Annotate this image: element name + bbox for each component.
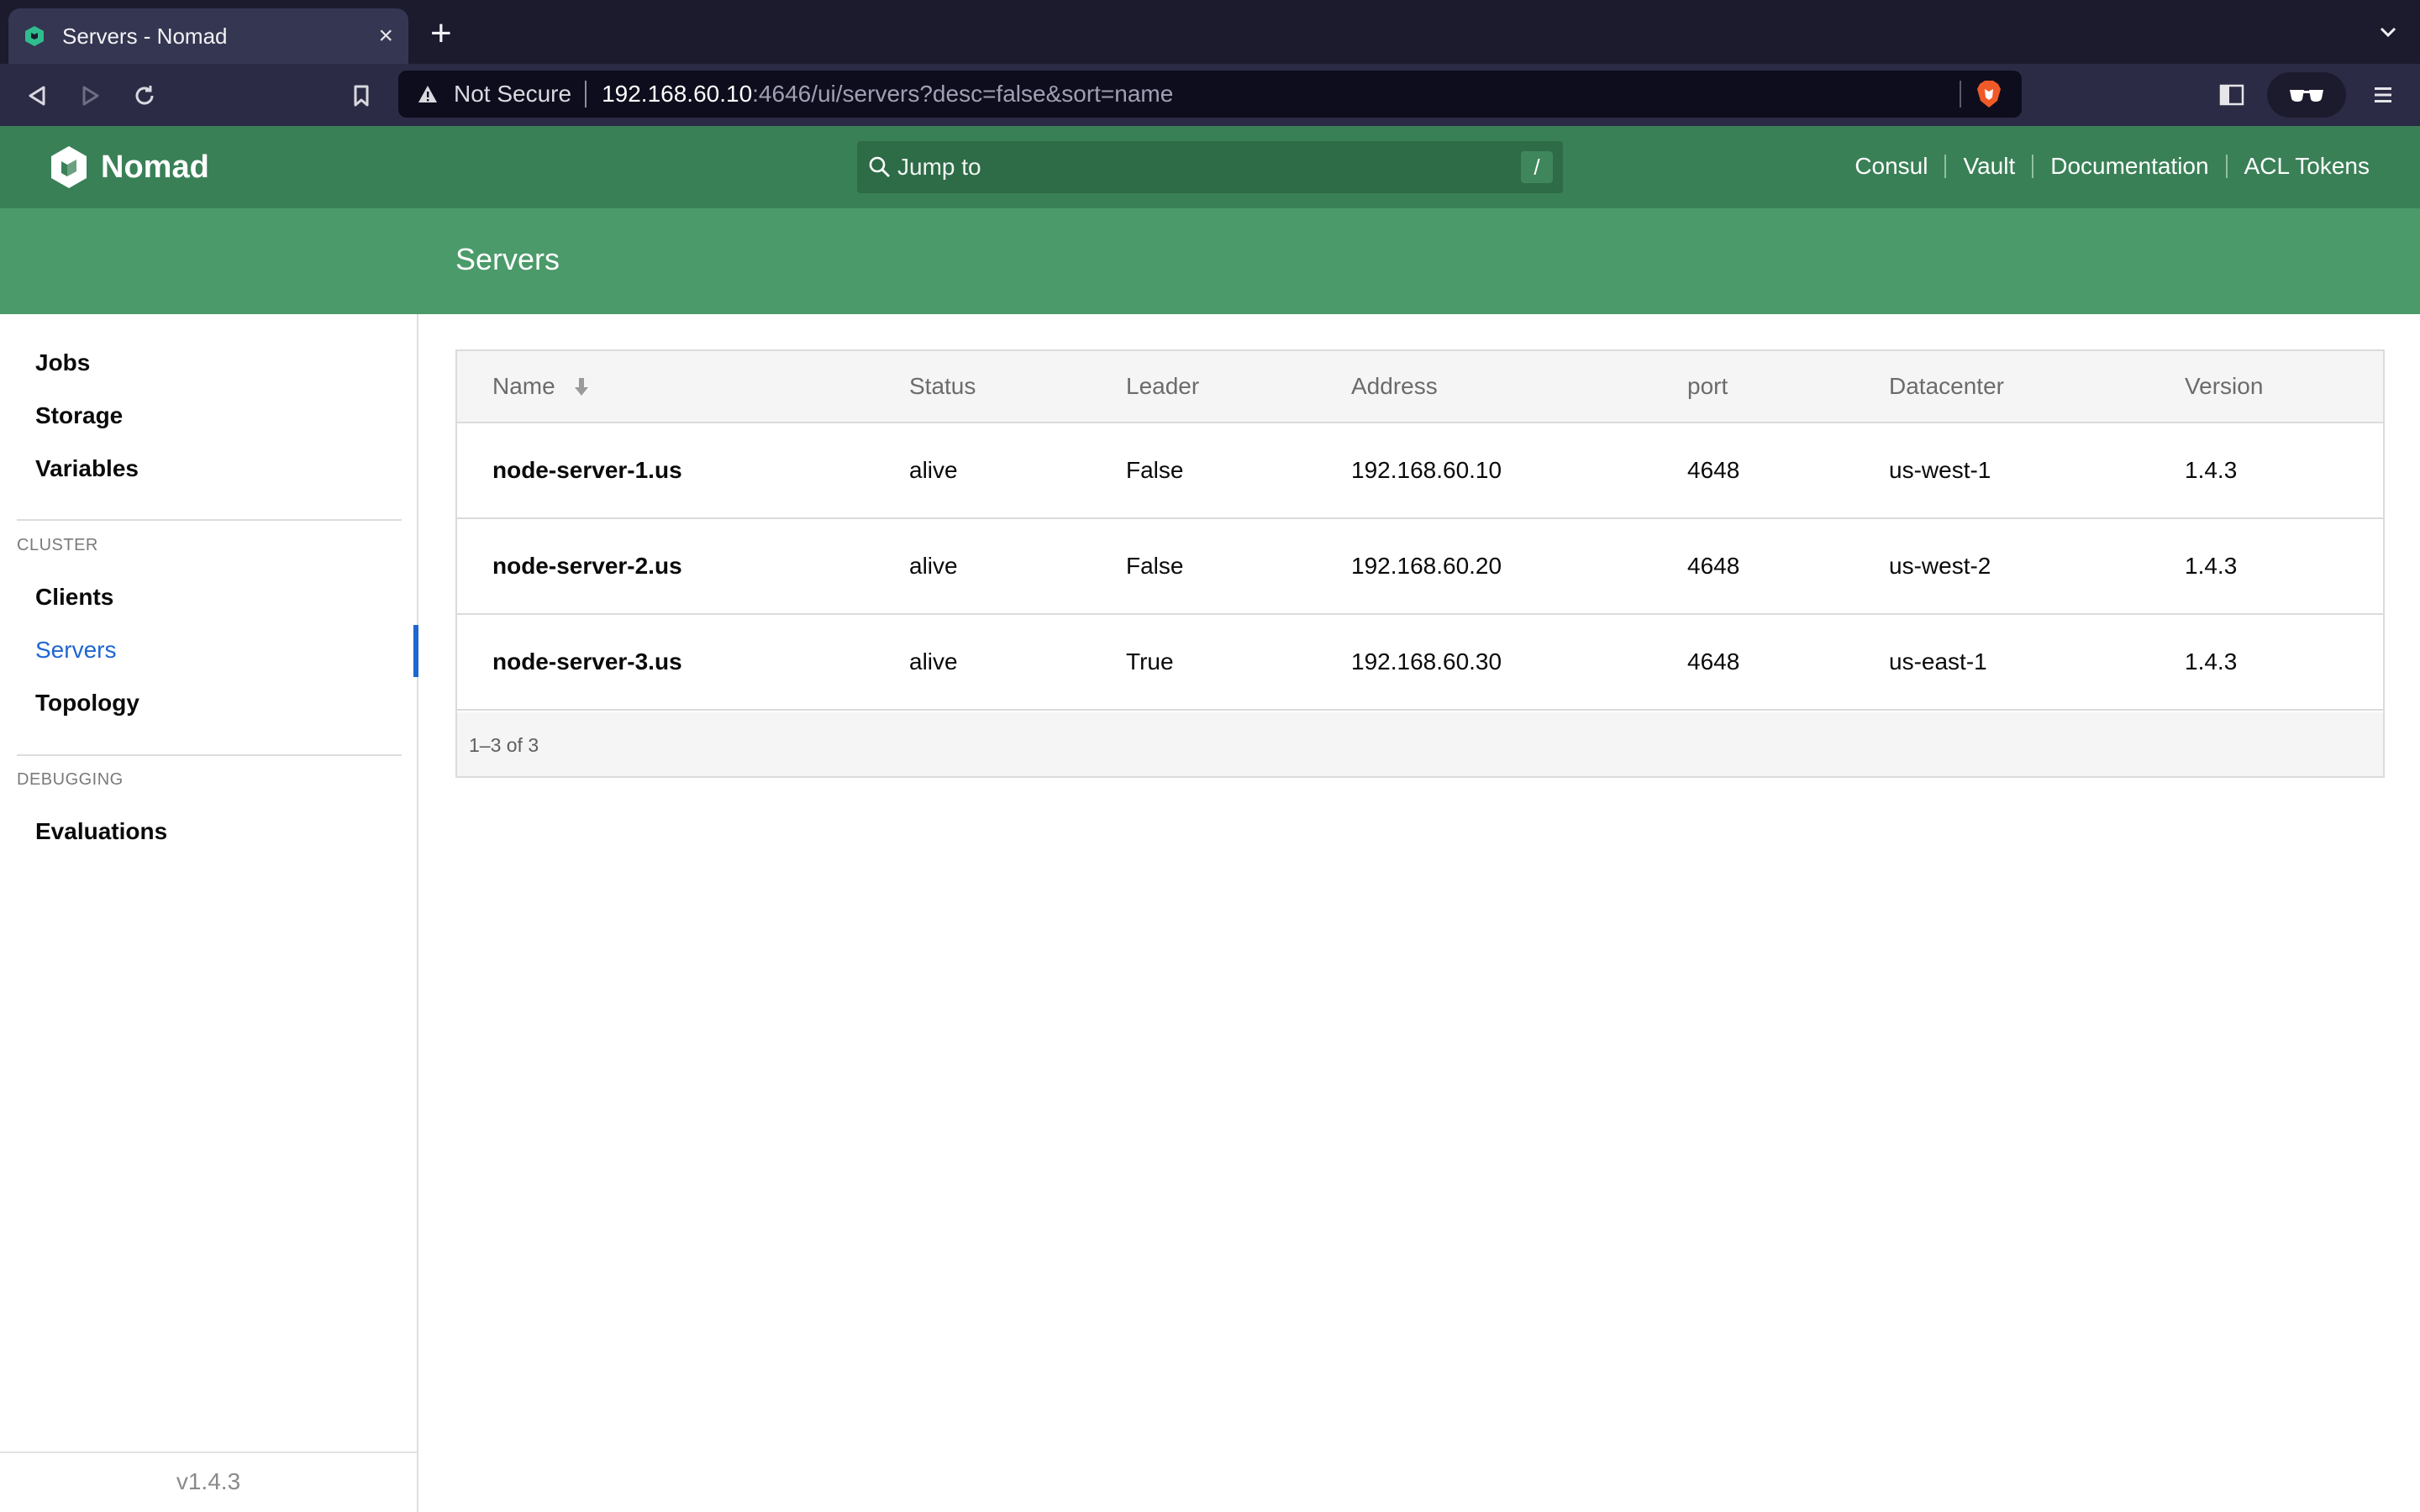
nomad-logo-icon (51, 146, 87, 188)
search-icon (869, 156, 890, 177)
link-separator (2225, 155, 2228, 178)
not-secure-label[interactable]: Not Secure (454, 81, 571, 108)
server-version: 1.4.3 (2185, 648, 2238, 675)
servers-table: Name Status Leader Address port Datacent… (455, 349, 2385, 778)
column-header-leader[interactable]: Leader (1126, 373, 1199, 400)
link-separator (2032, 155, 2034, 178)
sidebar-item-jobs[interactable]: Jobs (35, 349, 90, 376)
browser-tab[interactable]: Servers - Nomad × (8, 8, 408, 64)
column-header-port[interactable]: port (1687, 373, 1728, 400)
column-header-name[interactable]: Name (492, 373, 590, 400)
jump-to-search[interactable]: / (857, 141, 1563, 193)
new-tab-button[interactable]: + (430, 15, 452, 52)
server-status: alive (909, 553, 958, 579)
sidebar-item-evaluations[interactable]: Evaluations (35, 818, 167, 845)
browser-toolbar: Not Secure 192.168.60.10 :4646/ui/server… (0, 64, 2420, 126)
sidebar-item-servers[interactable]: Servers (35, 637, 116, 664)
server-version: 1.4.3 (2185, 457, 2238, 483)
server-port: 4648 (1687, 457, 1740, 483)
sidebar-item-storage[interactable]: Storage (35, 402, 123, 429)
sidebar-divider (17, 519, 402, 521)
sidebar-item-topology[interactable]: Topology (35, 690, 139, 717)
chevron-down-icon[interactable] (2378, 22, 2398, 42)
url-host: 192.168.60.10 (602, 81, 753, 107)
url-divider (585, 81, 587, 108)
back-icon[interactable] (22, 81, 52, 111)
url-path: :4646/ui/servers?desc=false&sort=name (752, 81, 1174, 107)
column-header-version[interactable]: Version (2185, 373, 2263, 400)
menu-icon[interactable] (2371, 82, 2395, 108)
table-row[interactable]: node-server-3.us alive True 192.168.60.3… (457, 615, 2383, 711)
server-datacenter: us-east-1 (1889, 648, 1987, 675)
documentation-link[interactable]: Documentation (2050, 153, 2208, 180)
server-leader: False (1126, 457, 1184, 483)
app-header: Nomad / Consul Vault Documentation ACL T… (0, 126, 2420, 208)
server-datacenter: us-west-1 (1889, 457, 1991, 483)
sidebar-footer-divider (0, 1452, 417, 1453)
sort-down-icon (575, 378, 589, 396)
sidebar-divider (17, 754, 402, 756)
url-end-divider (1960, 81, 1961, 108)
warning-icon[interactable] (417, 83, 439, 105)
server-status: alive (909, 457, 958, 483)
page-header: Servers (0, 208, 2420, 314)
server-address: 192.168.60.10 (1351, 457, 1502, 483)
server-version: 1.4.3 (2185, 553, 2238, 579)
header-links: Consul Vault Documentation ACL Tokens (1854, 153, 2370, 180)
tab-close-icon[interactable]: × (378, 24, 393, 49)
table-row[interactable]: node-server-2.us alive False 192.168.60.… (457, 519, 2383, 615)
server-name[interactable]: node-server-1.us (492, 457, 682, 484)
sidebar-section-cluster: CLUSTER (17, 536, 98, 554)
brave-shield-icon[interactable] (1975, 79, 2003, 109)
link-separator (1944, 155, 1947, 178)
column-header-status[interactable]: Status (909, 373, 976, 400)
browser-tab-bar: Servers - Nomad × + (0, 0, 2420, 64)
version-label: v1.4.3 (176, 1468, 241, 1494)
column-header-address[interactable]: Address (1351, 373, 1438, 400)
column-header-datacenter[interactable]: Datacenter (1889, 373, 2004, 400)
search-shortcut-key: / (1521, 151, 1553, 183)
server-datacenter: us-west-2 (1889, 553, 1991, 579)
server-address: 192.168.60.20 (1351, 553, 1502, 579)
active-indicator (413, 625, 418, 677)
sidebar-section-debugging: DEBUGGING (17, 770, 124, 789)
sidebar-item-clients[interactable]: Clients (35, 584, 113, 611)
sidebar-item-variables[interactable]: Variables (35, 455, 139, 482)
acl-tokens-link[interactable]: ACL Tokens (2244, 153, 2370, 180)
vault-link[interactable]: Vault (1963, 153, 2015, 180)
server-status: alive (909, 648, 958, 675)
search-input[interactable] (897, 154, 1521, 181)
column-header-label: Name (492, 373, 555, 399)
logo-text: Nomad (101, 149, 209, 185)
page-title: Servers (455, 242, 560, 276)
consul-link[interactable]: Consul (1854, 153, 1928, 180)
table-row[interactable]: node-server-1.us alive False 192.168.60.… (457, 423, 2383, 519)
nomad-logo[interactable]: Nomad (49, 144, 209, 190)
nomad-favicon-icon (25, 26, 44, 46)
glasses-icon (2290, 90, 2323, 102)
sidebar: Jobs Storage Variables CLUSTER Clients S… (0, 314, 418, 1512)
tab-title: Servers - Nomad (62, 23, 228, 49)
address-bar[interactable]: Not Secure 192.168.60.10 :4646/ui/server… (398, 71, 2022, 118)
sidebar-toggle-icon[interactable] (2218, 82, 2245, 108)
bookmark-icon[interactable] (346, 81, 376, 111)
server-leader: True (1126, 648, 1174, 675)
table-header: Name Status Leader Address port Datacent… (457, 351, 2383, 423)
glasses-button[interactable] (2267, 72, 2346, 118)
reload-icon[interactable] (129, 81, 160, 111)
server-port: 4648 (1687, 648, 1740, 675)
pagination-info: 1–3 of 3 (469, 734, 539, 756)
server-name[interactable]: node-server-2.us (492, 553, 682, 580)
server-address: 192.168.60.30 (1351, 648, 1502, 675)
server-name[interactable]: node-server-3.us (492, 648, 682, 675)
table-footer: 1–3 of 3 (457, 712, 2383, 776)
forward-icon[interactable] (76, 81, 106, 111)
server-port: 4648 (1687, 553, 1740, 579)
server-leader: False (1126, 553, 1184, 579)
